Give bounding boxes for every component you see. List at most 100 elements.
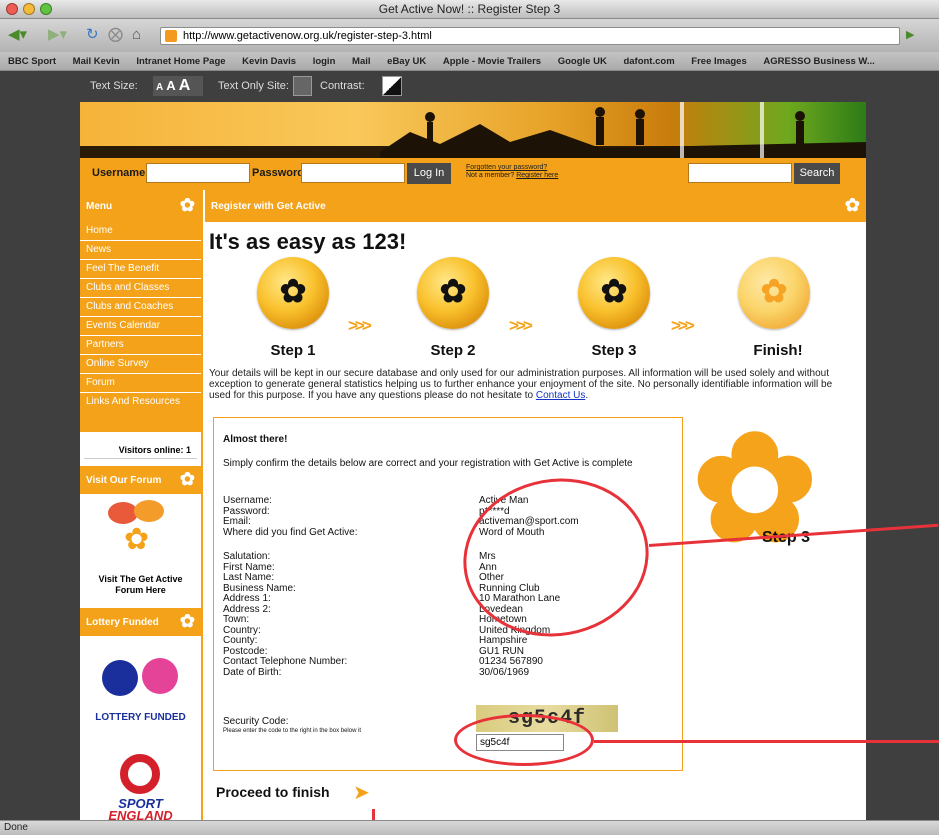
bookmark-item[interactable]: Mail Kevin bbox=[73, 56, 120, 67]
text-size-large-button[interactable]: A bbox=[179, 77, 191, 94]
field-label: Username: bbox=[223, 495, 272, 506]
sidebar-item-links-and-resources[interactable]: Links And Resources bbox=[80, 393, 201, 433]
register-link[interactable]: Register here bbox=[516, 172, 558, 179]
forum-header: Visit Our Forum ✿ bbox=[80, 466, 201, 494]
bookmark-item[interactable]: login bbox=[313, 56, 336, 67]
accessibility-bar: Text Size: A A A Text Only Site: Contras… bbox=[0, 71, 939, 102]
step-2-icon: ✿ bbox=[417, 257, 489, 329]
proceed-to-finish-link[interactable]: Proceed to finish bbox=[216, 784, 330, 800]
sidebar-item-forum[interactable]: Forum bbox=[80, 374, 201, 393]
menu-header-label: Menu bbox=[86, 201, 113, 212]
annotation-line bbox=[594, 740, 939, 743]
text-size-small-button[interactable]: A bbox=[156, 82, 163, 93]
reload-icon[interactable]: ↻ bbox=[86, 25, 99, 45]
text-size-label: Text Size: bbox=[90, 80, 138, 92]
step-1-icon: ✿ bbox=[257, 257, 329, 329]
sidebar-item-feel-the-benefit[interactable]: Feel The Benefit bbox=[80, 260, 201, 279]
sidebar-item-clubs-and-coaches[interactable]: Clubs and Coaches bbox=[80, 298, 201, 317]
go-icon[interactable]: ▶ bbox=[906, 25, 914, 45]
text-size-medium-button[interactable]: A bbox=[166, 78, 175, 93]
sport-england-logo-icon bbox=[120, 754, 160, 794]
bookmark-item[interactable]: Google UK bbox=[558, 56, 607, 67]
banner-silhouettes-image bbox=[80, 102, 866, 158]
sidebar-item-partners[interactable]: Partners bbox=[80, 336, 201, 355]
search-button[interactable]: Search bbox=[794, 163, 840, 184]
login-links: Forgotten your password? Not a member? R… bbox=[466, 164, 558, 180]
proceed-arrow-icon[interactable]: ➤ bbox=[353, 780, 370, 805]
sidebar-item-news[interactable]: News bbox=[80, 241, 201, 260]
home-icon[interactable]: ⌂ bbox=[132, 25, 141, 45]
page-title: It's as easy as 123! bbox=[209, 229, 407, 254]
bookmark-item[interactable]: AGRESSO Business W... bbox=[763, 56, 874, 67]
text-size-buttons: A A A bbox=[153, 76, 203, 96]
privacy-notice: Your details will be kept in our secure … bbox=[209, 368, 833, 401]
step-arrows: >>> bbox=[509, 316, 533, 335]
field-label: Address 1: bbox=[223, 593, 271, 604]
sidebar-item-clubs-and-classes[interactable]: Clubs and Classes bbox=[80, 279, 201, 298]
username-input[interactable] bbox=[146, 163, 250, 183]
step-arrows: >>> bbox=[348, 316, 372, 335]
bookmark-item[interactable]: Free Images bbox=[691, 56, 746, 67]
bookmark-item[interactable]: Apple - Movie Trailers bbox=[443, 56, 541, 67]
zoom-window-icon[interactable] bbox=[40, 3, 52, 15]
lottery-pink-logo-icon bbox=[142, 658, 178, 694]
text-only-icon[interactable] bbox=[293, 76, 312, 96]
password-input[interactable] bbox=[301, 163, 405, 183]
field-label: Date of Birth: bbox=[223, 666, 282, 678]
visitors-online: Visitors online: 1 bbox=[84, 445, 197, 459]
form-heading: Almost there! bbox=[223, 434, 288, 445]
field-label: Email: bbox=[223, 516, 251, 527]
field-label: Contact Telephone Number: bbox=[223, 656, 348, 667]
bookmark-item[interactable]: dafont.com bbox=[623, 56, 674, 67]
bookmark-item[interactable]: Intranet Home Page bbox=[136, 56, 225, 67]
login-button[interactable]: Log In bbox=[407, 163, 451, 184]
field-value: Hampshire bbox=[479, 635, 528, 646]
field-label: Where did you find Get Active: bbox=[223, 526, 358, 538]
step-arrows: >>> bbox=[671, 316, 695, 335]
annotation-ring bbox=[454, 714, 594, 766]
contrast-icon[interactable] bbox=[382, 76, 402, 96]
bookmarks-bar: BBC Sport Mail Kevin Intranet Home Page … bbox=[0, 52, 939, 71]
sport-england-caption-line-2: ENGLAND bbox=[108, 808, 173, 820]
password-label: Password bbox=[252, 167, 304, 179]
bookmark-item[interactable]: Mail bbox=[352, 56, 370, 67]
back-icon[interactable]: ◀▾ bbox=[8, 25, 27, 45]
finish-icon: ✿ bbox=[738, 257, 810, 329]
contact-us-link[interactable]: Contact Us bbox=[536, 390, 585, 401]
url-field[interactable]: http://www.getactivenow.org.uk/register-… bbox=[160, 27, 900, 45]
bookmark-item[interactable]: eBay UK bbox=[387, 56, 426, 67]
close-window-icon[interactable] bbox=[6, 3, 18, 15]
step-3-label: Step 3 bbox=[591, 342, 637, 359]
field-label: Salutation: bbox=[223, 551, 271, 562]
forgotten-password-link[interactable]: Forgotten your password? bbox=[466, 164, 547, 171]
field-label: Town: bbox=[223, 614, 250, 625]
sidebar-spacer bbox=[80, 433, 201, 445]
active-figure-icon: ✿ bbox=[844, 195, 860, 215]
sidebar-item-online-survey[interactable]: Online Survey bbox=[80, 355, 201, 374]
forum-speech-bubbles-icon[interactable]: ✿ bbox=[108, 500, 174, 560]
minimize-window-icon[interactable] bbox=[23, 3, 35, 15]
stop-icon[interactable]: ⨂ bbox=[108, 25, 123, 45]
field-value: 01234 567890 bbox=[479, 656, 543, 667]
sidebar-item-home[interactable]: Home bbox=[80, 222, 201, 241]
browser-toolbar: ◀▾ ▶▾ ↻ ⨂ ⌂ http://www.getactivenow.org.… bbox=[0, 19, 939, 52]
security-code-hint: Please enter the code to the right in th… bbox=[223, 728, 362, 734]
field-label: County: bbox=[223, 635, 258, 646]
active-figure-icon: ✿ bbox=[179, 611, 195, 631]
main-header-label: Register with Get Active bbox=[211, 201, 326, 212]
privacy-text: Your details will be kept in our secure … bbox=[209, 368, 833, 401]
url-text: http://www.getactivenow.org.uk/register-… bbox=[183, 30, 432, 42]
lottery-header: Lottery Funded ✿ bbox=[80, 608, 201, 636]
bookmark-item[interactable]: Kevin Davis bbox=[242, 56, 296, 67]
active-figure-icon: ✿ bbox=[179, 195, 195, 215]
forum-caption[interactable]: Visit The Get Active Forum Here bbox=[84, 574, 197, 596]
forward-icon[interactable]: ▶▾ bbox=[48, 25, 67, 45]
security-code-label: Security Code: bbox=[223, 716, 289, 727]
sidebar-item-events-calendar[interactable]: Events Calendar bbox=[80, 317, 201, 336]
form-intro: Simply confirm the details below are cor… bbox=[223, 458, 633, 469]
status-bar: Done bbox=[0, 820, 939, 835]
search-input[interactable] bbox=[688, 163, 792, 183]
not-member-text: Not a member? bbox=[466, 172, 515, 179]
step-2-label: Step 2 bbox=[430, 342, 476, 359]
bookmark-item[interactable]: BBC Sport bbox=[8, 56, 56, 67]
